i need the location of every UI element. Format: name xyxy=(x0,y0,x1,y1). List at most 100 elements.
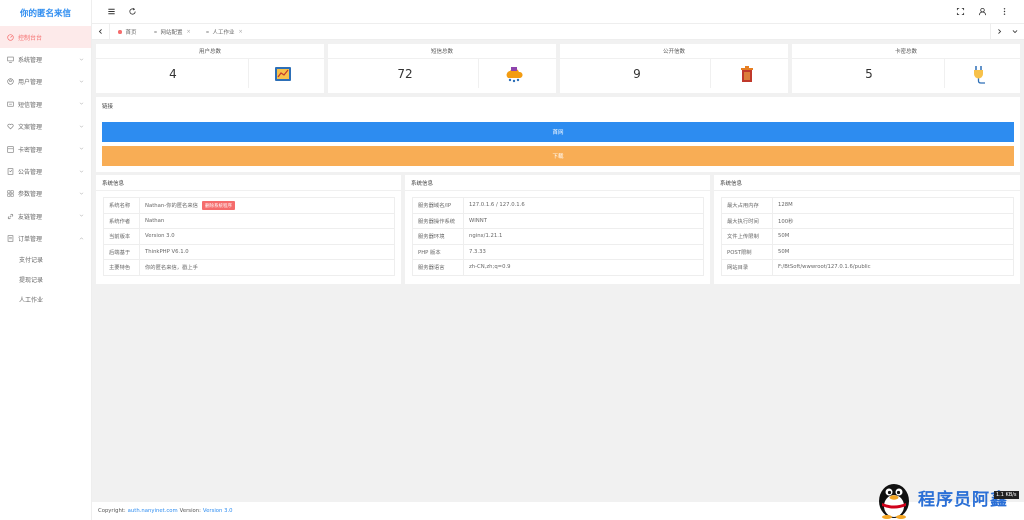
row-key: 文件上传限制 xyxy=(721,228,773,245)
chevron-up-icon xyxy=(79,237,84,240)
table-row: 主要特色 你的匿名来信，戳上手 xyxy=(103,259,395,276)
tabs-scroll-left-icon[interactable] xyxy=(97,28,104,35)
row-value: 你的匿名来信，戳上手 xyxy=(139,259,395,276)
row-value: ThinkPHP V6.1.0 xyxy=(139,243,395,260)
row-key: 当前版本 xyxy=(103,228,140,245)
trash-bin-icon xyxy=(741,66,753,82)
close-icon[interactable]: × xyxy=(239,29,243,35)
sidebar-item-links[interactable]: 友链管理 xyxy=(0,205,91,227)
more-vertical-icon[interactable] xyxy=(1000,7,1009,16)
tab-label: 人工作业 xyxy=(212,30,235,36)
table-row: 服务器域名/IP 127.0.1.6 / 127.0.1.6 xyxy=(412,197,704,214)
sidebar-item-label: 短信管理 xyxy=(18,101,43,109)
panel-title: 系统信息 xyxy=(102,181,125,187)
sidebar-subitem-payments[interactable]: 支付记录 xyxy=(0,250,91,270)
stat-card-cards: 卡密总数 5 xyxy=(792,44,1020,93)
sidebar-subitem-manual[interactable]: 人工作业 xyxy=(0,289,91,309)
watermark: 程序员阿鑫 1.1 KB/s xyxy=(870,477,1024,520)
tab-manual-work[interactable]: 人工作业 × xyxy=(206,27,243,37)
menu-toggle-icon[interactable] xyxy=(107,7,116,16)
php-info-table: 最大占用内存 128M 最大执行时间 100秒 文件上传限制 50M POST限… xyxy=(721,197,1014,276)
sidebar-item-cards[interactable]: 卡密管理 xyxy=(0,138,91,160)
table-row: POST限制 50M xyxy=(721,243,1014,260)
user-profile-icon[interactable] xyxy=(978,7,987,16)
row-key: 服务器环境 xyxy=(412,228,464,245)
sidebar-item-sms[interactable]: 短信管理 xyxy=(0,93,91,115)
sidebar-item-notices[interactable]: 公告管理 xyxy=(0,160,91,182)
footer-copyright-label: Copyright: xyxy=(98,508,126,514)
server-info-panel: 系统信息 服务器域名/IP 127.0.1.6 / 127.0.1.6 服务器操… xyxy=(405,175,710,284)
sidebar-item-label: 公告管理 xyxy=(18,169,43,177)
system-info-table: 系统名称 Nathan-你的匿名来信 删除系统程序 系统作者 Nathan 当前版… xyxy=(103,197,395,276)
close-icon[interactable]: × xyxy=(187,29,191,35)
row-key: PHP 版本 xyxy=(412,243,464,260)
chevron-down-icon xyxy=(79,58,84,61)
table-row: 文件上传限制 50M xyxy=(721,228,1014,245)
php-info-panel: 系统信息 最大占用内存 128M 最大执行时间 100秒 文件上传限制 50M … xyxy=(714,175,1020,284)
home-link-button[interactable]: 首网 xyxy=(102,122,1014,142)
row-value: zh-CN,zh;q=0.9 xyxy=(463,259,704,276)
panel-title: 系统信息 xyxy=(720,181,743,187)
panel-title: 系统信息 xyxy=(411,181,434,187)
row-value: nginx/1.21.1 xyxy=(463,228,704,245)
power-plug-icon xyxy=(974,66,985,84)
sidebar: 你的匿名来信 控制台台 系统管理 用户管理 短信管理 文案管理 卡密管理 公告管… xyxy=(0,0,92,520)
row-value: Version 3.0 xyxy=(139,228,395,245)
row-key: 最大执行时间 xyxy=(721,212,773,229)
table-row: 服务器语言 zh-CN,zh;q=0.9 xyxy=(412,259,704,276)
tab-site-config[interactable]: 网站配置 × xyxy=(154,27,191,37)
sidebar-item-label: 文案管理 xyxy=(18,124,43,132)
tabs-dropdown-icon[interactable] xyxy=(1011,28,1019,35)
stat-card-letters: 公开信数 9 xyxy=(560,44,788,93)
row-value: Nathan xyxy=(139,212,395,229)
table-row: 服务器环境 nginx/1.21.1 xyxy=(412,228,704,245)
notice-icon xyxy=(7,168,14,175)
links-title: 链接 xyxy=(102,104,114,110)
sidebar-item-params[interactable]: 参数管理 xyxy=(0,183,91,205)
footer-version-link[interactable]: Version 3.0 xyxy=(203,508,233,514)
chevron-down-icon xyxy=(79,214,84,217)
sidebar-subitem-withdrawals[interactable]: 提现记录 xyxy=(0,270,91,290)
delete-program-button[interactable]: 删除系统程序 xyxy=(201,201,235,210)
sidebar-item-label: 订单管理 xyxy=(18,236,43,244)
sms-cloud-icon xyxy=(506,67,523,83)
stat-card-users: 用户总数 4 xyxy=(96,44,324,93)
sidebar-item-users[interactable]: 用户管理 xyxy=(0,71,91,93)
row-value: 100秒 xyxy=(772,212,1014,229)
row-value: Nathan-你的匿名来信 删除系统程序 xyxy=(139,197,395,214)
row-key: 服务器语言 xyxy=(412,259,464,276)
sidebar-item-copy[interactable]: 文案管理 xyxy=(0,116,91,138)
row-key: 服务器域名/IP xyxy=(412,197,464,214)
sidebar-item-label: 友链管理 xyxy=(18,213,43,221)
sidebar-item-system[interactable]: 系统管理 xyxy=(0,48,91,70)
row-value: WINNT xyxy=(463,212,704,229)
grid-icon xyxy=(7,190,14,198)
tabs-scroll-right-icon[interactable] xyxy=(996,28,1003,35)
stat-title: 短信总数 xyxy=(430,49,453,55)
table-row: 当前版本 Version 3.0 xyxy=(103,228,395,245)
row-value: F:/BtSoft/wwwroot/127.0.1.6/public xyxy=(772,259,1014,276)
row-value: 127.0.1.6 / 127.0.1.6 xyxy=(463,197,704,214)
row-key: 网站目录 xyxy=(721,259,773,276)
chevron-down-icon xyxy=(79,147,84,150)
table-row: 后端基于 ThinkPHP V6.1.0 xyxy=(103,243,395,260)
fullscreen-icon[interactable] xyxy=(956,7,965,16)
table-row: 服务器操作系统 WINNT xyxy=(412,212,704,229)
sidebar-item-dashboard[interactable]: 控制台台 xyxy=(0,26,91,49)
network-speed-badge: 1.1 KB/s xyxy=(994,491,1019,499)
tab-dot xyxy=(154,30,157,34)
row-key: POST限制 xyxy=(721,243,773,260)
message-icon xyxy=(7,101,14,108)
tab-home[interactable]: 首页 xyxy=(118,27,137,37)
sidebar-item-orders[interactable]: 订单管理 xyxy=(0,228,91,250)
app-logo-title[interactable]: 你的匿名来信 xyxy=(0,0,91,26)
footer-site-link[interactable]: auth.nanyinet.com xyxy=(128,508,178,514)
heart-icon xyxy=(7,123,14,130)
row-key: 最大占用内存 xyxy=(721,197,773,214)
download-link-button[interactable]: 下载 xyxy=(102,146,1014,166)
refresh-icon[interactable] xyxy=(128,7,137,16)
sidebar-item-label: 控制台台 xyxy=(18,34,43,42)
server-info-table: 服务器域名/IP 127.0.1.6 / 127.0.1.6 服务器操作系统 W… xyxy=(412,197,704,276)
table-row: 最大执行时间 100秒 xyxy=(721,212,1014,229)
stat-title: 公开信数 xyxy=(662,49,685,55)
